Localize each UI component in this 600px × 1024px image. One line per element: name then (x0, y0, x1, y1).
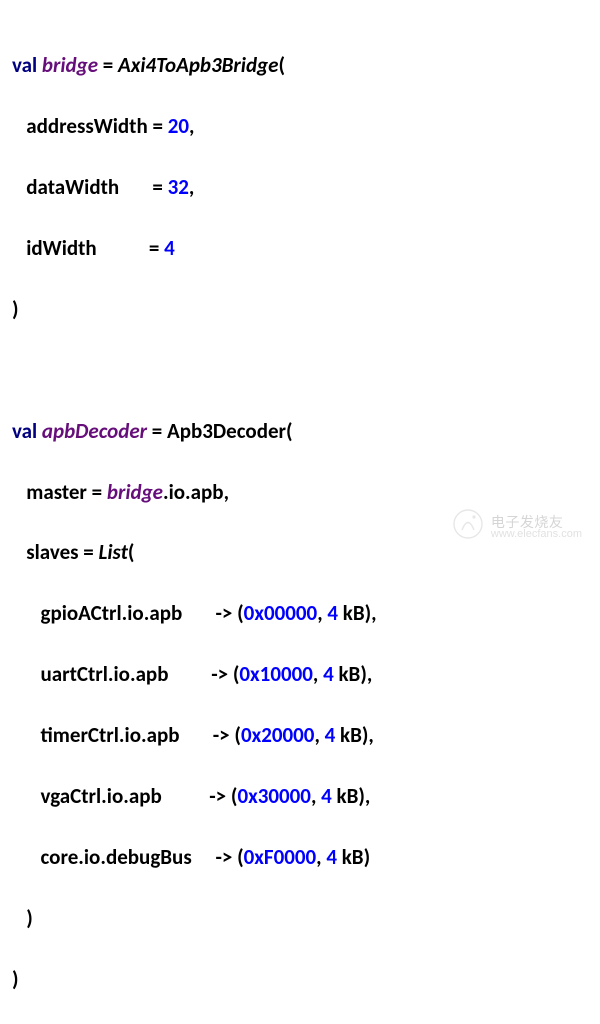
watermark-logo-icon (451, 507, 485, 549)
param-name: master (26, 479, 87, 505)
size-unit: kB), (332, 783, 371, 809)
param-name: slaves (26, 539, 78, 565)
watermark-cn-text: 电子发烧友 (491, 515, 582, 530)
equals: = (103, 52, 113, 78)
ctor-decoder: Apb3Decoder (167, 418, 286, 444)
size-literal: 4 (325, 722, 336, 748)
addr-literal: 0xF0000 (244, 844, 317, 870)
size-unit: kB), (335, 722, 374, 748)
size-unit: kB) (337, 844, 370, 870)
keyword-val: val (12, 418, 37, 444)
code-line: master = bridge.io.apb, (12, 477, 588, 507)
watermark-url-text: www.elecfans.com (491, 529, 582, 541)
code-line: timerCtrl.io.apb -> (0x20000, 4 kB), (12, 720, 588, 750)
addr-literal: 0x30000 (237, 783, 311, 809)
code-line: val bridge = Axi4ToApb3Bridge( (12, 50, 588, 80)
size-literal: 4 (323, 661, 334, 687)
size-unit: kB), (334, 661, 373, 687)
param-name: idWidth (26, 235, 96, 261)
addr-literal: 0x10000 (239, 661, 313, 687)
code-line: ) (12, 964, 588, 994)
code-line: core.io.debugBus -> (0xF0000, 4 kB) (12, 842, 588, 872)
code-line: idWidth = 4 (12, 233, 588, 263)
addr-literal: 0x00000 (244, 600, 318, 626)
var-bridge: bridge (42, 52, 98, 78)
watermark: 电子发烧友 www.elecfans.com (451, 507, 582, 549)
keyword-val: val (12, 52, 37, 78)
code-line: gpioACtrl.io.apb -> (0x00000, 4 kB), (12, 598, 588, 628)
slave-path: vgaCtrl.io.apb (41, 783, 162, 809)
slave-path: uartCtrl.io.apb (41, 661, 169, 687)
addr-literal: 0x20000 (241, 722, 315, 748)
param-name: addressWidth (26, 113, 147, 139)
size-literal: 4 (326, 844, 337, 870)
blank-line (12, 355, 588, 385)
param-name: dataWidth (26, 174, 119, 200)
code-line: addressWidth = 20, (12, 111, 588, 141)
size-unit: kB), (338, 600, 377, 626)
num-literal: 20 (168, 113, 189, 139)
var-decoder: apbDecoder (42, 418, 147, 444)
slave-path: timerCtrl.io.apb (41, 722, 180, 748)
member-access: .io.apb, (163, 479, 229, 505)
ctor-bridge: Axi4ToApb3Bridge (118, 52, 278, 78)
code-line: dataWidth = 32, (12, 172, 588, 202)
code-line: vgaCtrl.io.apb -> (0x30000, 4 kB), (12, 781, 588, 811)
code-line: ) (12, 294, 588, 324)
size-literal: 4 (327, 600, 338, 626)
slave-path: core.io.debugBus (41, 844, 192, 870)
code-line: ) (12, 903, 588, 933)
code-line: val apbDecoder = Apb3Decoder( (12, 416, 588, 446)
num-literal: 32 (168, 174, 189, 200)
size-literal: 4 (321, 783, 332, 809)
slave-path: gpioACtrl.io.apb (41, 600, 183, 626)
ctor-list: List (99, 539, 128, 565)
code-line: uartCtrl.io.apb -> (0x10000, 4 kB), (12, 659, 588, 689)
num-literal: 4 (164, 235, 175, 261)
var-ref-bridge: bridge (107, 479, 163, 505)
